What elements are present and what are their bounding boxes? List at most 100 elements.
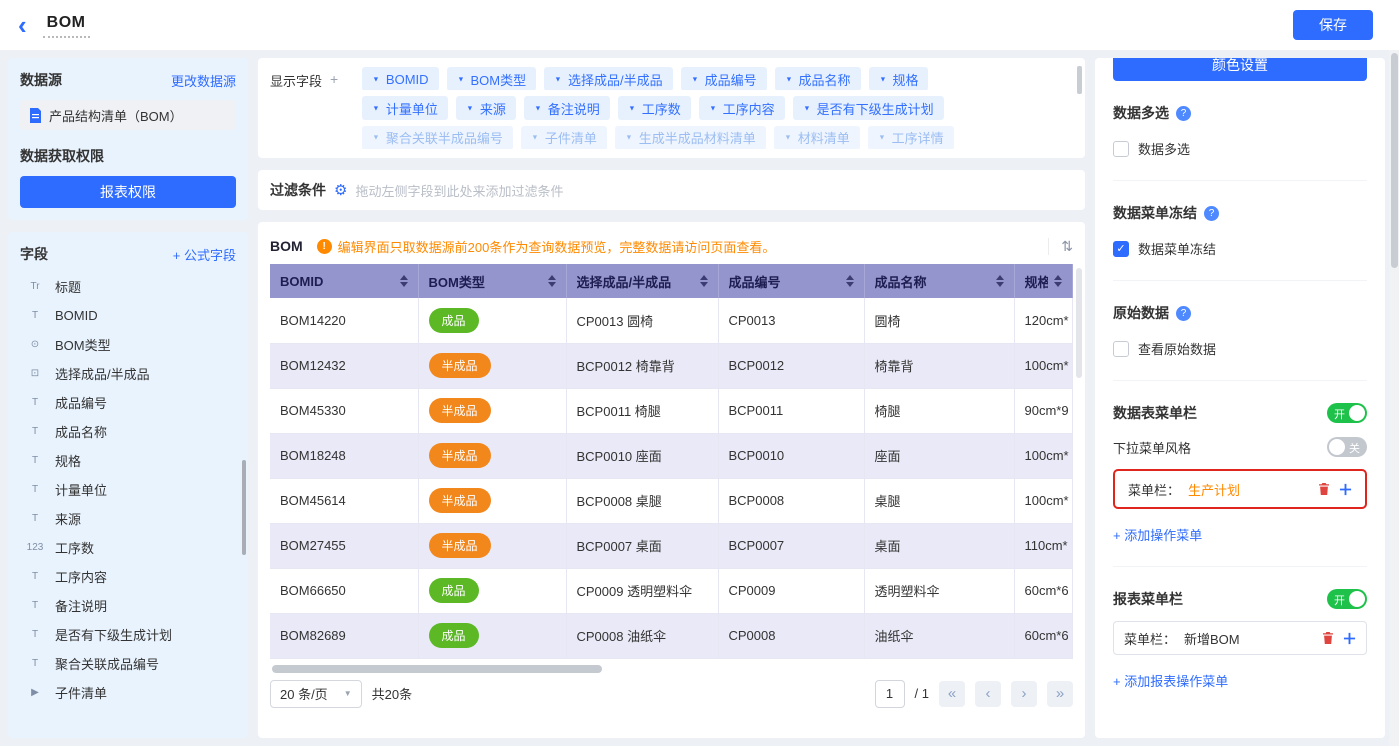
add-plus-icon[interactable] — [1343, 632, 1356, 645]
menu-freeze-checkbox-row[interactable]: ✓ 数据菜单冻结 — [1113, 239, 1367, 258]
gear-icon[interactable]: ⚙ — [334, 181, 347, 199]
datasource-item[interactable]: 产品结构清单（BOM） — [20, 100, 236, 130]
help-icon[interactable]: ? — [1204, 206, 1219, 221]
table-row[interactable]: BOM66650 成品 CP0009 透明塑料伞 CP0009 透明塑料伞 60… — [270, 568, 1073, 613]
display-field-chip[interactable]: ▼ 成品名称 — [775, 67, 861, 90]
delete-icon[interactable] — [1317, 482, 1331, 496]
table-menu-toggle[interactable]: 开 — [1327, 403, 1367, 423]
help-icon[interactable]: ? — [1176, 306, 1191, 321]
display-field-chip-muted[interactable]: ▼ 工序详情 — [868, 126, 954, 149]
last-page-button[interactable]: » — [1047, 681, 1073, 707]
field-item[interactable]: 123 工序数 — [20, 533, 236, 562]
report-menu-item[interactable]: 菜单栏： 新增BOM — [1113, 621, 1367, 655]
display-field-chip[interactable]: ▼ BOMID — [362, 67, 439, 90]
display-field-chip-muted[interactable]: ▼ 子件清单 — [521, 126, 607, 149]
display-field-chip[interactable]: ▼ 工序内容 — [699, 96, 785, 119]
window-scrollbar-thumb[interactable] — [1391, 53, 1398, 268]
add-menu-link[interactable]: + 添加操作菜单 — [1113, 525, 1202, 544]
help-icon[interactable]: ? — [1176, 106, 1191, 121]
display-field-chip-muted[interactable]: ▼ 材料清单 — [774, 126, 860, 149]
field-item[interactable]: T 聚合关联成品编号 — [20, 649, 236, 678]
column-sort-icon[interactable] — [394, 275, 408, 287]
field-item[interactable]: ⊙ BOM类型 — [20, 330, 236, 359]
table-row[interactable]: BOM45614 半成品 BCP0008 桌腿 BCP0008 桌腿 100cm… — [270, 478, 1073, 523]
next-page-button[interactable]: › — [1011, 681, 1037, 707]
display-field-chip[interactable]: ▼ 工序数 — [618, 96, 691, 119]
dropdown-style-toggle[interactable]: 关 — [1327, 437, 1367, 457]
table-menu-item[interactable]: 菜单栏： 生产计划 — [1118, 474, 1362, 504]
report-menu-toggle[interactable]: 开 — [1327, 589, 1367, 609]
table-vscrollbar-thumb[interactable] — [1076, 268, 1082, 378]
display-field-chip-muted[interactable]: ▼ 生成半成品材料清单 — [615, 126, 766, 149]
field-item[interactable]: ⊡ 选择成品/半成品 — [20, 359, 236, 388]
page-size-select[interactable]: 20 条/页 ▼ — [270, 680, 362, 708]
report-permission-button[interactable]: 报表权限 — [20, 176, 236, 208]
display-field-chip[interactable]: ▼ 成品编号 — [681, 67, 767, 90]
field-item[interactable]: T BOMID — [20, 301, 236, 330]
field-item[interactable]: T 规格 — [20, 446, 236, 475]
add-report-menu-link[interactable]: + 添加报表操作菜单 — [1113, 671, 1228, 690]
display-field-chip-muted[interactable]: ▼ 聚合关联半成品编号 — [362, 126, 513, 149]
display-field-chip[interactable]: ▼ 来源 — [456, 96, 516, 119]
field-item[interactable]: ▶ 子件清单 — [20, 678, 236, 707]
table-row[interactable]: BOM18248 半成品 BCP0010 座面 BCP0010 座面 100cm… — [270, 433, 1073, 478]
multi-select-checkbox-row[interactable]: 数据多选 — [1113, 139, 1367, 158]
raw-data-checkbox-row[interactable]: 查看原始数据 — [1113, 339, 1367, 358]
cell-product-name: 圆椅 — [864, 298, 1014, 343]
display-field-chip[interactable]: ▼ 选择成品/半成品 — [544, 67, 673, 90]
display-field-chip[interactable]: ▼ 计量单位 — [362, 96, 448, 119]
page-title-wrap[interactable]: BOM — [43, 12, 90, 38]
column-header[interactable]: 规格 — [1014, 264, 1073, 298]
add-plus-icon[interactable] — [1339, 483, 1352, 496]
fields-scrollbar-thumb[interactable] — [242, 460, 246, 555]
window-scrollbar[interactable] — [1389, 50, 1399, 746]
column-sort-icon[interactable] — [990, 275, 1004, 287]
sort-order-icon[interactable]: ⇅ — [1048, 238, 1073, 255]
menu-item-value[interactable]: 生产计划 — [1188, 480, 1240, 499]
field-item[interactable]: T 工序内容 — [20, 562, 236, 591]
back-icon[interactable]: ‹ — [18, 12, 27, 38]
color-settings-button[interactable]: 颜色设置 — [1113, 58, 1367, 81]
raw-data-checkbox[interactable] — [1113, 341, 1129, 357]
column-header[interactable]: BOM类型 — [418, 264, 566, 298]
menu-item-value[interactable]: 新增BOM — [1184, 629, 1240, 648]
add-field-icon[interactable]: + — [330, 71, 338, 149]
field-item[interactable]: T 备注说明 — [20, 591, 236, 620]
column-header[interactable]: 成品名称 — [864, 264, 1014, 298]
field-item[interactable]: T 成品编号 — [20, 388, 236, 417]
display-field-chip[interactable]: ▼ BOM类型 — [447, 67, 537, 90]
display-field-chip[interactable]: ▼ 是否有下级生成计划 — [793, 96, 944, 119]
column-header[interactable]: 选择成品/半成品 — [566, 264, 718, 298]
multi-select-checkbox[interactable] — [1113, 141, 1129, 157]
column-sort-icon[interactable] — [840, 275, 854, 287]
display-fields-scrollbar-thumb[interactable] — [1077, 66, 1082, 94]
delete-icon[interactable] — [1321, 631, 1335, 645]
formula-field-link[interactable]: + 公式字段 — [173, 245, 236, 264]
field-item[interactable]: T 来源 — [20, 504, 236, 533]
column-header[interactable]: BOMID — [270, 264, 418, 298]
chip-label: 计量单位 — [386, 99, 438, 118]
column-header[interactable]: 成品编号 — [718, 264, 864, 298]
field-item[interactable]: T 是否有下级生成计划 — [20, 620, 236, 649]
column-sort-icon[interactable] — [1048, 275, 1062, 287]
change-datasource-link[interactable]: 更改数据源 — [171, 71, 236, 90]
page-number-input[interactable]: 1 — [875, 680, 905, 708]
display-field-chip[interactable]: ▼ 备注说明 — [524, 96, 610, 119]
chevron-down-icon: ▼ — [625, 134, 632, 142]
prev-page-button[interactable]: ‹ — [975, 681, 1001, 707]
column-sort-icon[interactable] — [694, 275, 708, 287]
table-row[interactable]: BOM14220 成品 CP0013 圆椅 CP0013 圆椅 120cm* — [270, 298, 1073, 343]
table-row[interactable]: BOM12432 半成品 BCP0012 椅靠背 BCP0012 椅靠背 100… — [270, 343, 1073, 388]
field-item[interactable]: T 成品名称 — [20, 417, 236, 446]
display-field-chip[interactable]: ▼ 规格 — [869, 67, 929, 90]
field-item[interactable]: Tr 标题 — [20, 272, 236, 301]
table-row[interactable]: BOM45330 半成品 BCP0011 椅腿 BCP0011 椅腿 90cm*… — [270, 388, 1073, 433]
first-page-button[interactable]: « — [939, 681, 965, 707]
save-button[interactable]: 保存 — [1293, 10, 1373, 40]
table-hscrollbar-thumb[interactable] — [272, 665, 602, 673]
table-row[interactable]: BOM82689 成品 CP0008 油纸伞 CP0008 油纸伞 60cm*6 — [270, 613, 1073, 658]
column-sort-icon[interactable] — [542, 275, 556, 287]
field-item[interactable]: T 计量单位 — [20, 475, 236, 504]
menu-freeze-checkbox[interactable]: ✓ — [1113, 241, 1129, 257]
table-row[interactable]: BOM27455 半成品 BCP0007 桌面 BCP0007 桌面 110cm… — [270, 523, 1073, 568]
